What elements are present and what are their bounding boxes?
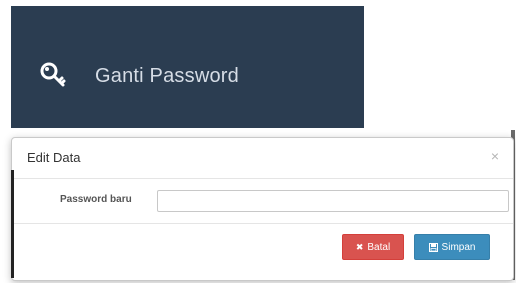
save-button[interactable]: Simpan (414, 234, 490, 260)
key-icon (39, 61, 69, 91)
password-input[interactable] (157, 190, 509, 212)
floppy-disk-icon (428, 242, 438, 252)
modal-header: Edit Data × (12, 138, 513, 179)
screenshot-stage: Ganti Password Edit Data × Password baru… (0, 0, 516, 283)
password-label: Password baru (60, 194, 132, 205)
close-icon[interactable]: × (491, 148, 499, 164)
cancel-button[interactable]: ✖ Batal (342, 234, 404, 260)
background-edge-left (11, 170, 14, 278)
save-button-label: Simpan (441, 241, 476, 253)
modal-title: Edit Data (27, 150, 81, 165)
sidebar-menu-panel: Ganti Password (11, 6, 364, 128)
menu-item-ganti-password[interactable]: Ganti Password (11, 6, 364, 128)
password-form-row: Password baru (12, 178, 513, 224)
cancel-button-label: Batal (367, 241, 391, 253)
times-icon: ✖ (355, 241, 364, 252)
edit-data-modal: Edit Data × Password baru ✖ Batal Simpan (11, 137, 514, 281)
menu-item-label: Ganti Password (95, 65, 239, 87)
